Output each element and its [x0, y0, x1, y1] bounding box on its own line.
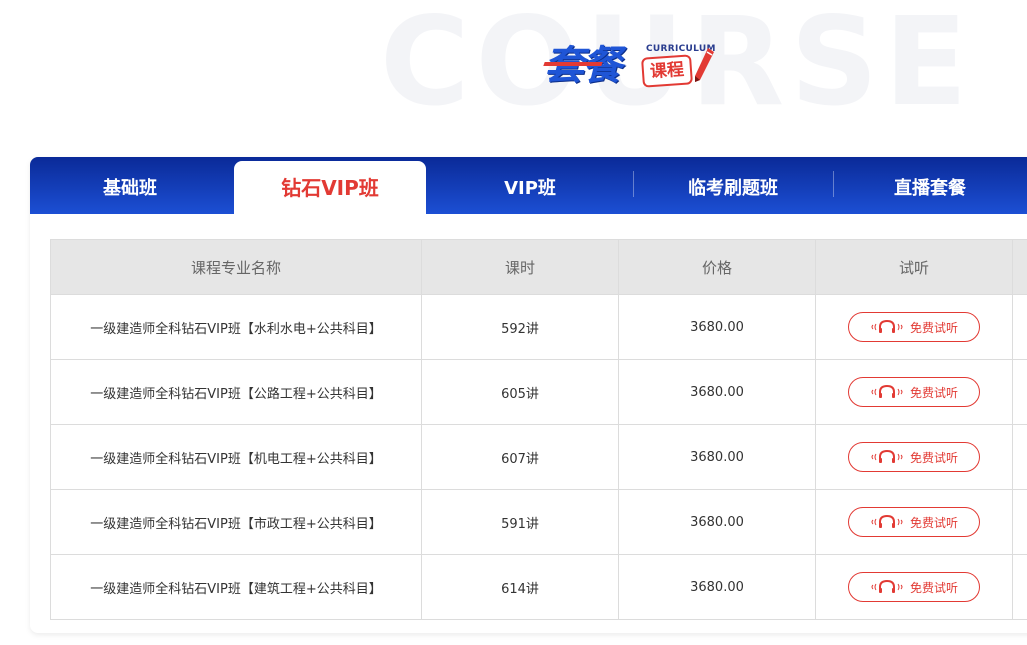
tab-bar: 基础班 钻石VIP班 VIP班 临考刷题班 直播套餐 — [30, 157, 1027, 214]
free-trial-button[interactable]: 免费试听 — [848, 312, 980, 342]
course-extra-cell — [1012, 424, 1027, 490]
course-name-cell: 一级建造师全科钻石VIP班【机电工程+公共科目】 — [50, 424, 422, 490]
free-trial-button[interactable]: 免费试听 — [848, 442, 980, 472]
course-trial-cell: 免费试听 — [815, 294, 1013, 360]
headphones-icon — [871, 450, 903, 463]
course-hours-cell: 605讲 — [421, 359, 619, 425]
course-hours-cell: 592讲 — [421, 294, 619, 360]
headphones-icon-wrap — [870, 385, 904, 399]
header-trial: 试听 — [815, 239, 1013, 295]
headphones-icon-wrap — [870, 580, 904, 594]
course-hours-cell: 591讲 — [421, 489, 619, 555]
course-hours-cell: 607讲 — [421, 424, 619, 490]
course-trial-cell: 免费试听 — [815, 424, 1013, 490]
headphones-icon — [871, 320, 903, 333]
table-row: 一级建造师全科钻石VIP班【公路工程+公共科目】 605讲 3680.00 免费试听 — [50, 359, 1027, 425]
free-trial-label: 免费试听 — [909, 450, 958, 465]
course-name-cell: 一级建造师全科钻石VIP班【市政工程+公共科目】 — [50, 489, 422, 555]
course-price-cell: 3680.00 — [618, 489, 816, 555]
free-trial-label: 免费试听 — [909, 385, 958, 400]
logo-accent-stroke — [543, 62, 603, 66]
free-trial-button[interactable]: 免费试听 — [848, 572, 980, 602]
course-hours-cell: 614讲 — [421, 554, 619, 620]
course-trial-cell: 免费试听 — [815, 359, 1013, 425]
free-trial-label: 免费试听 — [909, 320, 958, 335]
course-price-cell: 3680.00 — [618, 294, 816, 360]
free-trial-label: 免费试听 — [909, 580, 958, 595]
table-row: 一级建造师全科钻石VIP班【市政工程+公共科目】 591讲 3680.00 免费试听 — [50, 489, 1027, 555]
course-extra-cell — [1012, 359, 1027, 425]
logo-main-text: 套餐 — [544, 43, 622, 89]
header-course-name: 课程专业名称 — [50, 239, 422, 295]
course-name-cell: 一级建造师全科钻石VIP班【公路工程+公共科目】 — [50, 359, 422, 425]
course-extra-cell — [1012, 489, 1027, 555]
tab-vip[interactable]: VIP班 — [430, 161, 630, 214]
table-header-row: 课程专业名称 课时 价格 试听 — [50, 239, 1027, 295]
course-price-cell: 3680.00 — [618, 424, 816, 490]
logo-badge: 课程 — [641, 54, 693, 88]
course-table: 课程专业名称 课时 价格 试听 一级建造师全科钻石VIP班【水利水电+公共科目】… — [50, 239, 1027, 620]
headphones-icon — [871, 515, 903, 528]
course-logo: 套餐 CURRICULUM 课程 — [543, 40, 724, 96]
headphones-icon — [871, 580, 903, 593]
course-extra-cell — [1012, 294, 1027, 360]
tab-live-package[interactable]: 直播套餐 — [834, 161, 1026, 214]
course-name-cell: 一级建造师全科钻石VIP班【水利水电+公共科目】 — [50, 294, 422, 360]
tab-diamond-vip[interactable]: 钻石VIP班 — [234, 161, 426, 214]
free-trial-button[interactable]: 免费试听 — [848, 507, 980, 537]
headphones-icon-wrap — [870, 515, 904, 529]
table-row: 一级建造师全科钻石VIP班【建筑工程+公共科目】 614讲 3680.00 免费试听 — [50, 554, 1027, 620]
header-hours: 课时 — [421, 239, 619, 295]
course-price-cell: 3680.00 — [618, 554, 816, 620]
header-extra — [1012, 239, 1027, 295]
hero-banner: COURSE 套餐 CURRICULUM 课程 — [0, 0, 1027, 150]
course-name-cell: 一级建造师全科钻石VIP班【建筑工程+公共科目】 — [50, 554, 422, 620]
headphones-icon — [871, 385, 903, 398]
tab-exam-drill[interactable]: 临考刷题班 — [634, 161, 832, 214]
course-price-cell: 3680.00 — [618, 359, 816, 425]
course-panel: 基础班 钻石VIP班 VIP班 临考刷题班 直播套餐 课程专业名称 课时 价格 … — [30, 157, 1027, 633]
tab-basic[interactable]: 基础班 — [30, 161, 230, 214]
headphones-icon-wrap — [870, 320, 904, 334]
header-price: 价格 — [618, 239, 816, 295]
free-trial-label: 免费试听 — [909, 515, 958, 530]
free-trial-button[interactable]: 免费试听 — [848, 377, 980, 407]
pencil-icon — [695, 48, 714, 82]
course-extra-cell — [1012, 554, 1027, 620]
headphones-icon-wrap — [870, 450, 904, 464]
table-row: 一级建造师全科钻石VIP班【机电工程+公共科目】 607讲 3680.00 免费试听 — [50, 424, 1027, 490]
course-trial-cell: 免费试听 — [815, 489, 1013, 555]
table-row: 一级建造师全科钻石VIP班【水利水电+公共科目】 592讲 3680.00 免费试听 — [50, 294, 1027, 360]
course-trial-cell: 免费试听 — [815, 554, 1013, 620]
